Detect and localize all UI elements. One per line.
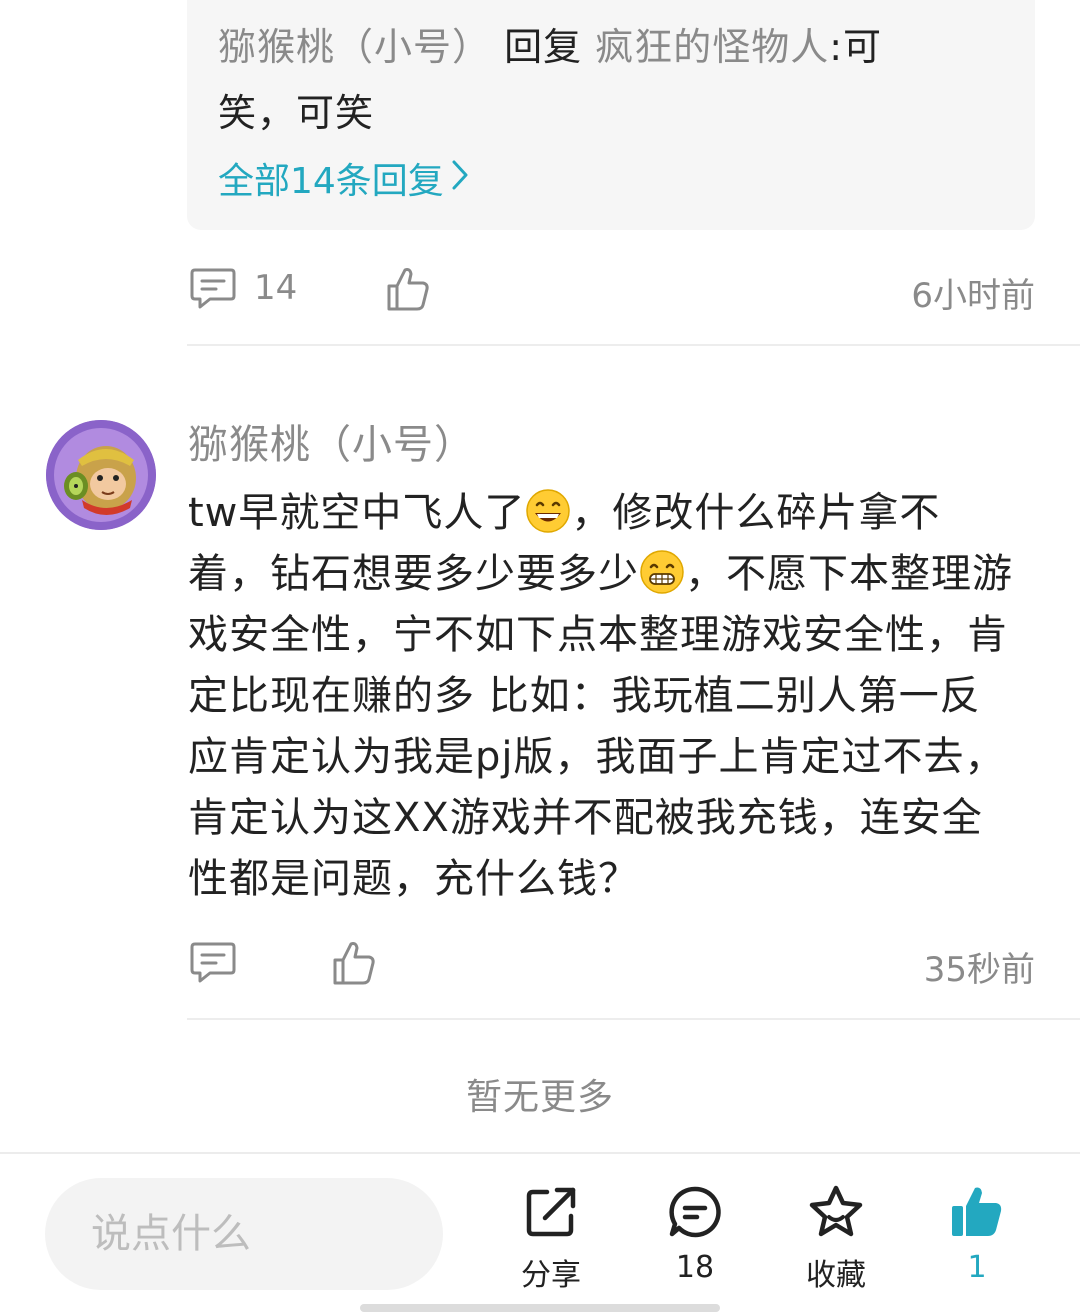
- comment-input[interactable]: [45, 1178, 443, 1290]
- thumbs-up-icon: [952, 1187, 1002, 1236]
- star-icon: [809, 1185, 863, 1237]
- like-icon[interactable]: [386, 266, 430, 316]
- no-more-text: 暂无更多: [465, 1077, 614, 1118]
- comment-page: 猕猴桃（小号） 回复 疯狂的怪物人:可 笑，可笑 全部14条回复 14 6小时前: [0, 0, 1080, 1313]
- comment-bubble-icon: [669, 1186, 721, 1238]
- comment-username[interactable]: 猕猴桃（小号）: [188, 412, 475, 470]
- favorite-button[interactable]: 收藏: [776, 1184, 896, 1294]
- chevron-right-icon: [450, 155, 470, 201]
- favorite-label: 收藏: [806, 1258, 866, 1293]
- comment-time: 6小时前: [911, 276, 1035, 316]
- reply-target[interactable]: 疯狂的怪物人: [595, 25, 829, 69]
- grinning-emoji-icon: [525, 488, 571, 534]
- reply-preview-text: 猕猴桃（小号） 回复 疯狂的怪物人:可 笑，可笑: [218, 14, 978, 146]
- reply-text-line2: 笑，可笑: [218, 91, 375, 135]
- like-icon[interactable]: [332, 940, 376, 990]
- comments-button[interactable]: 18: [635, 1184, 755, 1285]
- share-icon: [526, 1187, 576, 1237]
- bottom-action-bar: 分享 18 收藏 1: [0, 1152, 1080, 1313]
- like-count: 1: [967, 1250, 987, 1285]
- divider: [187, 1018, 1080, 1020]
- reply-count: 14: [254, 268, 298, 308]
- like-button[interactable]: 1: [917, 1184, 1037, 1285]
- comment-text-part3: ，不愿下本整理游戏安全性，宁不如下点本整理游戏安全性，肯定比现在赚的多 比如：我…: [188, 551, 1013, 902]
- comment-icon[interactable]: [190, 940, 236, 988]
- comment-icon[interactable]: [190, 266, 236, 314]
- comment-actions-row: 35秒前: [190, 940, 1035, 990]
- reply-word: 回复: [504, 25, 583, 69]
- all-replies-link[interactable]: 全部14条回复: [218, 152, 470, 204]
- comment-actions-row: 14 6小时前: [190, 266, 1035, 316]
- avatar[interactable]: [46, 420, 156, 530]
- home-indicator[interactable]: [360, 1304, 720, 1312]
- comment-count: 18: [675, 1250, 715, 1285]
- beaming-face-emoji-icon: [639, 549, 685, 595]
- share-button[interactable]: 分享: [491, 1184, 611, 1294]
- all-replies-label: 全部14条回复: [218, 161, 444, 202]
- comment-body: tw早就空中飞人了 ，修改什么碎片拿不着，钻石想要多少要多少 ，不愿下本整理游戏安全…: [188, 483, 1018, 910]
- divider: [187, 344, 1080, 346]
- reply-author[interactable]: 猕猴桃（小号）: [218, 25, 491, 69]
- comment-text-part1: tw早就空中飞人了: [188, 490, 526, 536]
- reply-preview-block[interactable]: 猕猴桃（小号） 回复 疯狂的怪物人:可 笑，可笑 全部14条回复: [187, 0, 1035, 230]
- comment-time: 35秒前: [923, 950, 1035, 990]
- reply-separator: :: [829, 25, 844, 69]
- reply-text-line1: 可: [843, 25, 883, 69]
- share-label: 分享: [521, 1258, 581, 1293]
